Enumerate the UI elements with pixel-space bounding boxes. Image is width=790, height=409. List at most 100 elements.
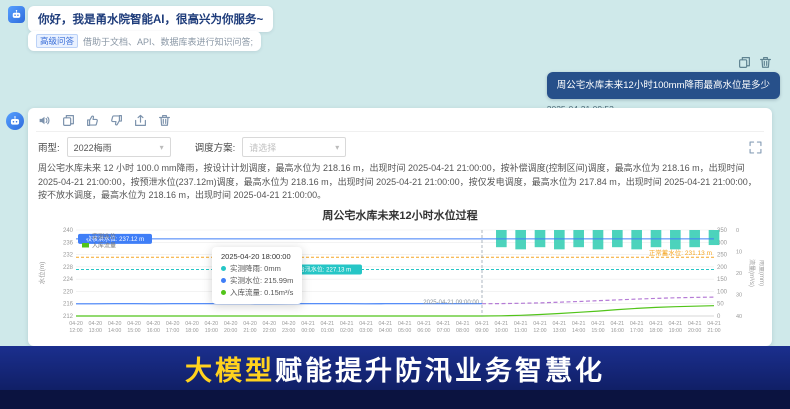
- svg-text:20: 20: [736, 271, 742, 277]
- chart-canvas[interactable]: 2122162202242282322362400501001502002503…: [36, 224, 764, 352]
- svg-text:04-21: 04-21: [630, 321, 644, 327]
- robot-icon: [8, 114, 22, 128]
- svg-text:240: 240: [63, 228, 74, 234]
- svg-text:04-20: 04-20: [205, 321, 219, 327]
- rain-type-label: 雨型:: [38, 140, 60, 154]
- svg-text:04-21: 04-21: [379, 321, 393, 327]
- svg-text:10: 10: [736, 249, 742, 255]
- svg-text:04-21: 04-21: [572, 321, 586, 327]
- svg-text:04-20: 04-20: [127, 321, 141, 327]
- banner-highlight-text: 大模型: [185, 349, 275, 388]
- delete-icon[interactable]: [759, 56, 772, 69]
- forecast-summary-text: 周公宅水库未来 12 小时 100.0 mm降雨，按设计计划调度，最高水位为 2…: [36, 161, 764, 206]
- svg-text:04-21: 04-21: [611, 321, 625, 327]
- svg-text:水位(m): 水位(m): [37, 261, 46, 284]
- water-level-chart: 周公宅水库未来12小时水位过程 212216220224228232236240…: [36, 207, 764, 352]
- svg-text:18:00: 18:00: [649, 328, 662, 334]
- assistant-capability-bubble: 高级问答 借助于文档、API、数据库表进行知识问答;: [28, 31, 261, 51]
- svg-text:16:00: 16:00: [147, 328, 160, 334]
- robot-icon: [10, 8, 23, 21]
- export-icon[interactable]: [134, 114, 147, 127]
- svg-text:15:00: 15:00: [127, 328, 140, 334]
- svg-text:50: 50: [717, 301, 724, 307]
- svg-text:0: 0: [736, 228, 739, 234]
- svg-text:17:00: 17:00: [166, 328, 179, 334]
- svg-text:2025-04-21 09:00:00: 2025-04-21 09:00:00: [423, 300, 479, 306]
- greeting-text: 你好，我是甬水院智能AI，很高兴为你服务~: [38, 11, 263, 27]
- svg-text:04-20: 04-20: [282, 321, 296, 327]
- svg-text:21:00: 21:00: [707, 328, 720, 334]
- svg-text:流量(m³/s): 流量(m³/s): [748, 259, 756, 287]
- bottom-banner: 大模型赋能提升防汛业务智慧化: [0, 346, 790, 390]
- rain-type-select[interactable]: 2022梅雨 ▾: [67, 137, 171, 157]
- svg-text:18:00: 18:00: [185, 328, 198, 334]
- svg-text:台汛水位: 227.13 m: 台汛水位: 227.13 m: [299, 265, 351, 273]
- response-toolbar: [36, 112, 764, 132]
- advanced-qa-description: 借助于文档、API、数据库表进行知识问答;: [83, 35, 253, 48]
- chart-title: 周公宅水库未来12小时水位过程: [36, 207, 764, 223]
- simulation-controls: 雨型: 2022梅雨 ▾ 调度方案: 请选择 ▾: [36, 132, 764, 161]
- svg-text:12:00: 12:00: [69, 328, 82, 334]
- svg-text:04-21: 04-21: [398, 321, 412, 327]
- svg-text:22:00: 22:00: [263, 328, 276, 334]
- svg-text:04-21: 04-21: [321, 321, 335, 327]
- assistant-avatar: [6, 112, 24, 130]
- assistant-response-panel: 雨型: 2022梅雨 ▾ 调度方案: 请选择 ▾ 周公宅水库未来 12 小时 1…: [28, 108, 772, 346]
- svg-text:16:00: 16:00: [611, 328, 624, 334]
- fullscreen-icon[interactable]: [749, 141, 762, 154]
- copy-icon[interactable]: [62, 114, 75, 127]
- svg-text:0: 0: [717, 314, 721, 320]
- voice-icon[interactable]: [38, 114, 51, 127]
- svg-text:04-21: 04-21: [707, 321, 721, 327]
- svg-text:04-21: 04-21: [475, 321, 489, 327]
- svg-text:04:00: 04:00: [379, 328, 392, 334]
- svg-text:04-20: 04-20: [166, 321, 180, 327]
- svg-text:15:00: 15:00: [591, 328, 604, 334]
- svg-text:220: 220: [63, 289, 74, 295]
- svg-text:正常蓄水位: 231.13 m: 正常蓄水位: 231.13 m: [649, 248, 712, 257]
- svg-text:04-20: 04-20: [263, 321, 277, 327]
- svg-text:04-21: 04-21: [495, 321, 509, 327]
- svg-text:14:00: 14:00: [108, 328, 121, 334]
- svg-text:250: 250: [717, 252, 728, 258]
- svg-text:04-21: 04-21: [417, 321, 431, 327]
- dislike-icon[interactable]: [110, 114, 123, 127]
- svg-text:04-20: 04-20: [185, 321, 199, 327]
- dispatch-plan-select[interactable]: 请选择 ▾: [242, 137, 346, 157]
- svg-text:224: 224: [63, 277, 74, 283]
- svg-text:40: 40: [736, 314, 742, 320]
- svg-text:04-21: 04-21: [649, 321, 663, 327]
- svg-text:216: 216: [63, 301, 74, 307]
- svg-text:20:00: 20:00: [688, 328, 701, 334]
- advanced-qa-tag[interactable]: 高级问答: [36, 34, 78, 48]
- dispatch-plan-label: 调度方案:: [195, 140, 236, 154]
- svg-text:236: 236: [63, 240, 74, 246]
- svg-text:04-20: 04-20: [243, 321, 257, 327]
- svg-text:13:00: 13:00: [553, 328, 566, 334]
- assistant-greeting-bubble: 你好，我是甬水院智能AI，很高兴为你服务~: [28, 6, 273, 32]
- user-message-actions: [738, 56, 772, 69]
- svg-text:实测水位: 实测水位: [92, 232, 116, 240]
- like-icon[interactable]: [86, 114, 99, 127]
- svg-text:04-20: 04-20: [89, 321, 103, 327]
- svg-text:04-21: 04-21: [514, 321, 528, 327]
- svg-text:11:00: 11:00: [514, 328, 527, 334]
- user-message-bubble: 周公宅水库未来12小时100mm降雨最高水位是多少: [547, 72, 780, 99]
- svg-text:03:00: 03:00: [359, 328, 372, 334]
- svg-text:04-20: 04-20: [69, 321, 83, 327]
- chevron-down-icon: ▾: [335, 143, 339, 152]
- svg-text:23:00: 23:00: [282, 328, 295, 334]
- delete-icon[interactable]: [158, 114, 171, 127]
- svg-text:04-21: 04-21: [553, 321, 567, 327]
- svg-text:10:00: 10:00: [495, 328, 508, 334]
- copy-icon[interactable]: [738, 56, 751, 69]
- svg-text:100: 100: [717, 289, 728, 295]
- svg-text:04-21: 04-21: [533, 321, 547, 327]
- svg-text:雨量(mm): 雨量(mm): [758, 260, 764, 286]
- svg-text:13:00: 13:00: [89, 328, 102, 334]
- svg-text:04-21: 04-21: [359, 321, 373, 327]
- svg-text:08:00: 08:00: [456, 328, 469, 334]
- chevron-down-icon: ▾: [160, 143, 164, 152]
- svg-text:04-21: 04-21: [669, 321, 683, 327]
- svg-text:04-20: 04-20: [224, 321, 238, 327]
